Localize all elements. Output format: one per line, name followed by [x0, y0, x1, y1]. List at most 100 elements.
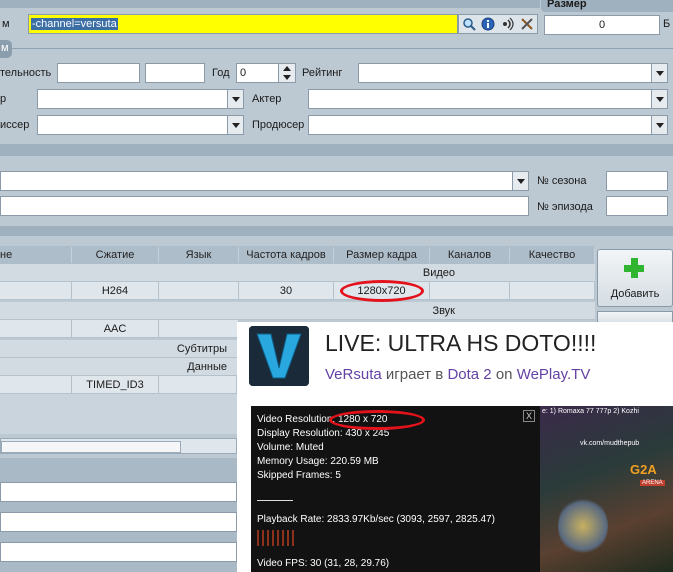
audio-stream-row[interactable]: AAC [0, 320, 240, 338]
horizontal-scrollbar[interactable] [0, 438, 237, 454]
chevron-down-icon[interactable] [227, 90, 243, 108]
size-unit: Б [663, 18, 671, 30]
bottom-field-3[interactable] [0, 542, 237, 562]
duration-field-2[interactable] [145, 63, 205, 83]
spinner-down-icon[interactable] [283, 75, 291, 80]
chevron-down-icon[interactable] [651, 116, 667, 134]
stat-playback-rate: Playback Rate: 2833.97Kb/sec (3093, 2597… [257, 514, 495, 525]
stream-title: LIVE: ULTRA HS DOTO!!!! [325, 330, 597, 356]
broadcast-icon[interactable] [498, 15, 518, 33]
year-value: 0 [240, 67, 247, 79]
bottom-field-2[interactable] [0, 512, 237, 532]
episode-field[interactable] [606, 196, 668, 216]
video-cell-fps: 30 [239, 282, 334, 300]
game-hud-vk: vk.com/mudthepub [580, 440, 640, 447]
column-header-compression[interactable]: Сжатие [72, 247, 159, 263]
actor-select[interactable] [308, 89, 668, 109]
stat-skipped-frames: Skipped Frames: 5 [257, 470, 341, 481]
game-hud-top: e: 1) Romaxa 77 777p 2) Kozhi [542, 408, 639, 415]
game-link[interactable]: Dota 2 [447, 366, 491, 383]
video-stream-row[interactable]: H264 30 1280x720 [0, 282, 595, 300]
scrollbar-thumb[interactable] [1, 441, 181, 453]
chevron-down-icon[interactable] [651, 64, 667, 82]
framesize-annotation-ring [340, 280, 424, 302]
section-divider [0, 144, 673, 156]
video-player: e: 1) Romaxa 77 777p 2) Kozhi vk.com/mud… [251, 406, 673, 572]
stats-graph-1 [257, 486, 293, 501]
size-value: 0 [598, 19, 606, 31]
producer-select[interactable] [308, 115, 668, 135]
on-text: on [495, 366, 513, 383]
search-toolbar [458, 14, 538, 34]
chevron-down-icon[interactable] [227, 116, 243, 134]
column-header-channels[interactable]: Каналов [430, 247, 510, 263]
size-field: 0 [544, 15, 660, 35]
audio-section-label: Звук [432, 304, 455, 317]
episode-title-field[interactable] [0, 196, 529, 216]
size-header-label: Размер [547, 0, 587, 10]
game-brand: G2A [630, 462, 657, 477]
subtitles-section-row: Субтитры [0, 340, 237, 358]
season-label: № сезона [537, 175, 587, 187]
year-spinner[interactable] [278, 64, 295, 82]
subtitles-section-label: Субтитры [176, 342, 227, 355]
tools-icon[interactable] [518, 15, 538, 33]
video-cell-name [0, 282, 72, 300]
duration-field-1[interactable] [57, 63, 140, 83]
streams-empty-area [0, 394, 237, 434]
rating-select[interactable] [358, 63, 668, 83]
data-section-label: Данные [187, 360, 227, 373]
platform-link[interactable]: WePlay.TV [517, 366, 591, 383]
episode-label: № эпизода [537, 201, 593, 213]
column-header-framesize[interactable]: Размер кадра [334, 247, 430, 263]
plus-icon [624, 258, 644, 278]
audio-cell-codec: AAC [72, 320, 159, 338]
video-section-row: Видео [0, 264, 595, 282]
video-cell-language [159, 282, 239, 300]
stats-close-button[interactable]: X [523, 410, 535, 422]
info-icon[interactable] [479, 15, 499, 33]
duration-label: тельность [0, 67, 52, 79]
director-select[interactable] [37, 89, 244, 109]
top-field-label: м [2, 18, 10, 30]
chevron-down-icon[interactable] [512, 172, 528, 190]
add-button[interactable]: Добавить [597, 249, 673, 307]
plays-text: играет в [385, 366, 444, 383]
details-section-tab-label: м [1, 42, 9, 54]
data-stream-row[interactable]: TIMED_ID3 [0, 376, 240, 394]
bottom-field-1[interactable] [0, 482, 237, 502]
streams-divider [0, 226, 673, 236]
stream-screenshot-overlay: V LIVE: ULTRA HS DOTO!!!! VeRsuta играет… [237, 322, 673, 572]
details-section-tab[interactable]: м [0, 40, 12, 58]
details-separator [12, 48, 673, 49]
stat-volume: Volume: Muted [257, 442, 324, 453]
year-field[interactable]: 0 [236, 63, 296, 83]
column-header-framerate[interactable]: Частота кадров [239, 247, 334, 263]
spinner-up-icon[interactable] [283, 66, 291, 71]
screenwriter-label: иссер [0, 119, 30, 131]
search-input[interactable]: -channel=versuta [28, 14, 458, 34]
data-cell-name [0, 376, 72, 394]
close-icon: X [525, 411, 532, 421]
audio-cell-name [0, 320, 72, 338]
channel-logo: V [249, 326, 309, 386]
screenwriter-select[interactable] [37, 115, 244, 135]
channel-link[interactable]: VeRsuta [325, 366, 382, 383]
column-header-name[interactable]: не [0, 247, 72, 263]
actor-label: Актер [252, 93, 282, 105]
chevron-down-icon[interactable] [651, 90, 667, 108]
stream-subtitle: VeRsuta играет в Dota 2 on WePlay.TV [325, 366, 590, 383]
season-field[interactable] [606, 171, 668, 191]
video-cell-quality [510, 282, 595, 300]
column-header-language[interactable]: Язык [159, 247, 239, 263]
game-frame: e: 1) Romaxa 77 777p 2) Kozhi vk.com/mud… [540, 406, 673, 572]
column-header-quality[interactable]: Качество [510, 247, 595, 263]
data-section-row: Данные [0, 358, 237, 376]
data-cell-codec: TIMED_ID3 [72, 376, 159, 394]
top-bar [0, 0, 540, 8]
stat-memory: Memory Usage: 220.59 MB [257, 456, 379, 467]
size-panel-header: Размер [541, 0, 673, 12]
add-button-label: Добавить [610, 288, 660, 300]
series-select[interactable] [0, 171, 529, 191]
search-icon[interactable] [459, 15, 479, 33]
